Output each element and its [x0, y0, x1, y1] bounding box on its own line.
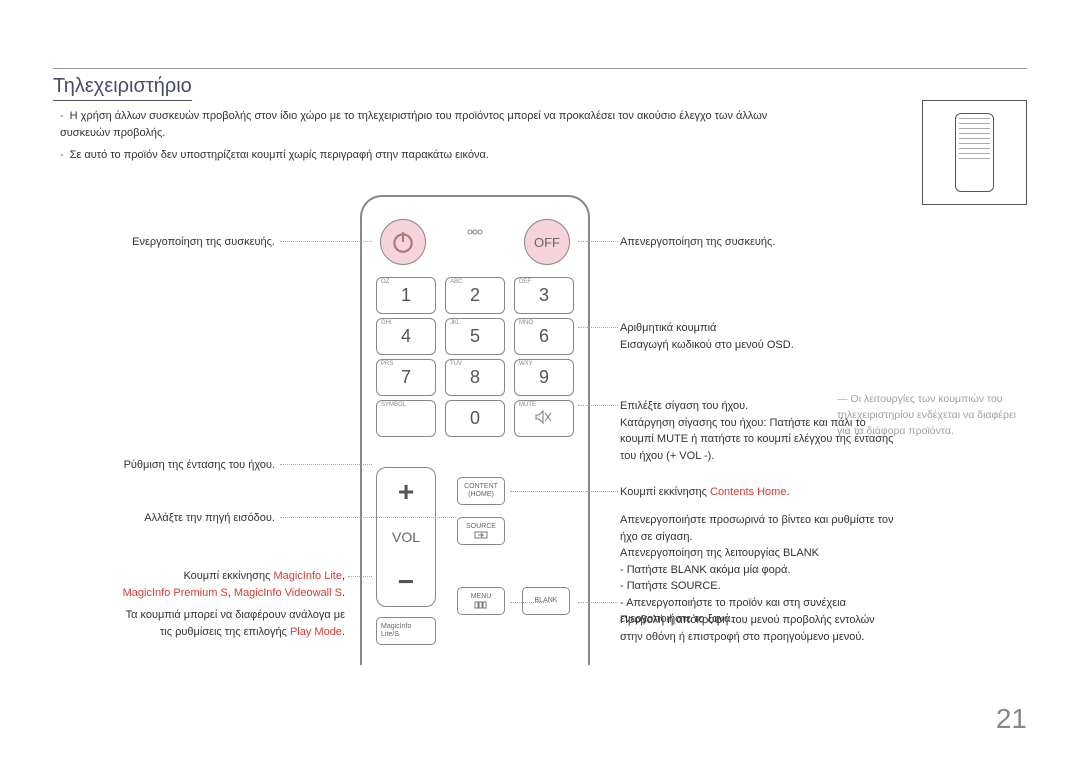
mute-icon: [535, 410, 553, 427]
label-source: Αλλάξτε την πηγή εισόδου.: [85, 510, 275, 527]
vol-down-icon: −: [398, 568, 414, 596]
content-home-button[interactable]: CONTENT (HOME): [457, 477, 505, 505]
vol-label: VOL: [392, 529, 420, 545]
label-power-on: Ενεργοποίηση της συσκευής.: [85, 234, 275, 251]
remote-diagram: OFF OZ1 ABC2 DEF3 GHI4 JKL5 MNO6 PRS7 TU…: [360, 195, 590, 665]
label-magicinfo: Κουμπί εκκίνησης MagicInfo Lite, MagicIn…: [55, 568, 345, 640]
power-button[interactable]: [380, 219, 426, 265]
page-number: 21: [996, 703, 1027, 735]
label-numeric: Αριθμητικά κουμπιά Εισαγωγή κωδικού στο …: [620, 320, 880, 353]
label-blank: Απενεργοποιήστε προσωρινά το βίντεο και …: [620, 512, 910, 628]
vol-up-icon: +: [398, 478, 414, 506]
label-menu: Προβολή ή απόκρυψη του μενού προβολής εν…: [620, 612, 900, 645]
label-power-off: Απενεργοποίηση της συσκευής.: [620, 234, 880, 251]
note-1: Η χρήση άλλων συσκευών προβολής στον ίδι…: [60, 110, 767, 139]
key-2[interactable]: ABC2: [445, 277, 505, 314]
label-volume: Ρύθμιση της έντασης του ήχου.: [85, 457, 275, 474]
mini-remote-icon: [955, 113, 994, 192]
top-rule: [53, 68, 1027, 69]
remote-thumbnail: [922, 100, 1027, 205]
key-mute[interactable]: MUTE: [514, 400, 574, 437]
key-1[interactable]: OZ1: [376, 277, 436, 314]
menu-icon: [474, 601, 488, 609]
key-8[interactable]: TUV8: [445, 359, 505, 396]
key-symbol[interactable]: SYMBOL: [376, 400, 436, 437]
key-9[interactable]: WXY9: [514, 359, 574, 396]
ir-sensor: [467, 227, 483, 235]
volume-rocker[interactable]: + VOL −: [376, 467, 436, 607]
key-5[interactable]: JKL5: [445, 318, 505, 355]
page-title: Τηλεχειριστήριο: [53, 75, 192, 101]
menu-button[interactable]: MENU: [457, 587, 505, 615]
numpad: OZ1 ABC2 DEF3 GHI4 JKL5 MNO6 PRS7 TUV8 W…: [376, 277, 578, 441]
notes-block: -Η χρήση άλλων συσκευών προβολής στον ίδ…: [60, 108, 780, 164]
magicinfo-button[interactable]: MagicInfo Lite/S: [376, 617, 436, 645]
key-0[interactable]: 0: [445, 400, 505, 437]
source-icon: [474, 531, 488, 539]
key-7[interactable]: PRS7: [376, 359, 436, 396]
key-6[interactable]: MNO6: [514, 318, 574, 355]
source-button[interactable]: SOURCE: [457, 517, 505, 545]
key-4[interactable]: GHI4: [376, 318, 436, 355]
note-2: Σε αυτό το προϊόν δεν υποστηρίζεται κουμ…: [70, 149, 489, 161]
side-note: Οι λειτουργίες των κουμπιών του τηλεχειρ…: [837, 392, 1027, 439]
blank-button[interactable]: BLANK: [522, 587, 570, 615]
off-button[interactable]: OFF: [524, 219, 570, 265]
label-content-home: Κουμπί εκκίνησης Contents Home.: [620, 484, 900, 501]
key-3[interactable]: DEF3: [514, 277, 574, 314]
power-icon: [390, 229, 416, 255]
